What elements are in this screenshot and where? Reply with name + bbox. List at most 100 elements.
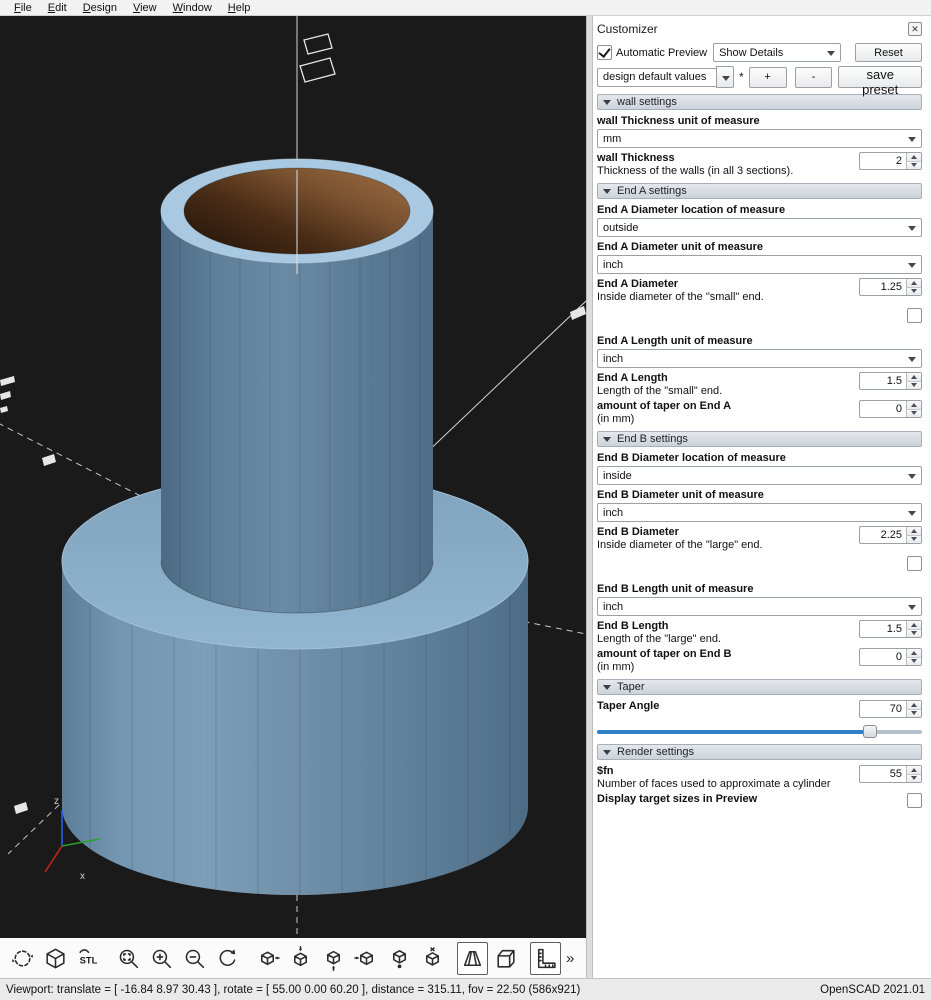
perspective-view-button[interactable] — [457, 941, 488, 975]
toolbar-overflow-chevron[interactable]: » — [566, 950, 574, 967]
zoom-in-icon — [152, 949, 172, 968]
wall-unit-dropdown[interactable]: mm — [597, 129, 922, 148]
spinner-down[interactable] — [907, 286, 921, 295]
end-b-length-spinbox[interactable]: 1.5 — [859, 620, 922, 638]
close-icon[interactable]: ✕ — [908, 22, 922, 36]
zoom-all-button[interactable] — [113, 942, 144, 975]
spinner-up[interactable] — [907, 153, 921, 161]
end-a-taper-spinbox[interactable]: 0 — [859, 400, 922, 418]
end-a-location-dropdown[interactable]: outside — [597, 218, 922, 237]
spinner-up[interactable] — [907, 649, 921, 657]
taper-angle-spinbox[interactable]: 70 — [859, 700, 922, 718]
spinner-up[interactable] — [907, 621, 921, 629]
chevron-down-icon — [908, 226, 916, 231]
zoom-in-button[interactable] — [146, 942, 177, 975]
zoom-out-button[interactable] — [179, 942, 210, 975]
end-a-diameter-desc: Inside diameter of the "small" end. — [597, 291, 764, 303]
splitter[interactable] — [586, 16, 593, 978]
end-a-length-desc: Length of the "small" end. — [597, 385, 723, 397]
wall-thickness-spinbox[interactable]: 2 — [859, 152, 922, 170]
spinner-down[interactable] — [907, 656, 921, 665]
end-b-diameter-unit-dropdown[interactable]: inch — [597, 503, 922, 522]
save-preset-button[interactable]: save preset — [838, 66, 922, 97]
menu-window[interactable]: Window — [165, 2, 220, 14]
spinner-down[interactable] — [907, 380, 921, 389]
animate-button[interactable] — [7, 942, 38, 975]
end-a-length-value: 1.5 — [886, 375, 902, 387]
end-a-taper-desc: (in mm) — [597, 413, 635, 425]
end-b-location-dropdown[interactable]: inside — [597, 466, 922, 485]
remove-preset-button[interactable]: - — [794, 66, 833, 88]
end-a-length-unit-dropdown[interactable]: inch — [597, 349, 922, 368]
fn-label: $fn — [597, 765, 614, 777]
view-right-button[interactable] — [252, 942, 283, 975]
end-a-diameter-option-checkbox[interactable] — [907, 308, 922, 323]
orthographic-icon — [497, 949, 515, 968]
taper-angle-slider[interactable] — [597, 724, 922, 739]
view-front-button[interactable] — [384, 942, 415, 975]
spinner-up[interactable] — [907, 701, 921, 709]
modified-indicator: * — [738, 70, 744, 84]
spinner-up[interactable] — [907, 401, 921, 409]
spinner-down[interactable] — [907, 628, 921, 637]
section-label: End B settings — [617, 433, 688, 445]
preset-value: design default values — [603, 71, 707, 83]
menu-view[interactable]: View — [125, 2, 165, 14]
section-label: wall settings — [617, 96, 677, 108]
end-a-diameter-spinbox[interactable]: 1.25 — [859, 278, 922, 296]
section-label: End A settings — [617, 185, 687, 197]
section-end-a-settings[interactable]: End A settings — [597, 183, 922, 199]
section-taper[interactable]: Taper — [597, 679, 922, 695]
view-left-button[interactable] — [351, 942, 382, 975]
chevron-down-icon — [908, 605, 916, 610]
end-b-taper-spinbox[interactable]: 0 — [859, 648, 922, 666]
end-b-diameter-desc: Inside diameter of the "large" end. — [597, 539, 763, 551]
end-a-length-spinbox[interactable]: 1.5 — [859, 372, 922, 390]
spinner-down[interactable] — [907, 708, 921, 717]
app-version-text: OpenSCAD 2021.01 — [820, 983, 925, 996]
end-a-diameter-unit-dropdown[interactable]: inch — [597, 255, 922, 274]
spinner-down[interactable] — [907, 773, 921, 782]
3d-viewport[interactable]: z x — [0, 16, 586, 938]
spinner-up[interactable] — [907, 279, 921, 287]
spinner-down[interactable] — [907, 160, 921, 169]
measure-button[interactable] — [530, 941, 561, 975]
spinner-down[interactable] — [907, 534, 921, 543]
axis-x-label: x — [80, 871, 85, 882]
section-end-b-settings[interactable]: End B settings — [597, 431, 922, 447]
end-b-diameter-option-checkbox[interactable] — [907, 556, 922, 571]
preset-dropdown-arrow[interactable] — [715, 66, 734, 88]
end-b-diameter-spinbox[interactable]: 2.25 — [859, 526, 922, 544]
end-b-diameter-value: 2.25 — [880, 529, 902, 541]
spinner-up[interactable] — [907, 373, 921, 381]
section-render-settings[interactable]: Render settings — [597, 744, 922, 760]
show-details-dropdown[interactable]: Show Details — [713, 43, 842, 62]
slider-handle[interactable] — [863, 725, 877, 738]
view-top-button[interactable] — [285, 942, 316, 975]
reset-view-button[interactable] — [212, 942, 243, 975]
spinner-up[interactable] — [907, 527, 921, 535]
view-back-button[interactable] — [417, 942, 448, 975]
menu-edit[interactable]: Edit — [40, 2, 75, 14]
show-cube-button[interactable] — [40, 942, 71, 975]
view-bottom-button[interactable] — [318, 942, 349, 975]
menu-help[interactable]: Help — [220, 2, 259, 14]
stl-export-button[interactable]: STL — [73, 942, 104, 975]
preset-dropdown[interactable]: design default values — [597, 67, 716, 87]
axis-z-label: z — [54, 796, 59, 807]
orthographic-view-button[interactable] — [490, 942, 521, 975]
spinner-down[interactable] — [907, 408, 921, 417]
add-preset-button[interactable]: + — [748, 66, 787, 88]
reset-button[interactable]: Reset — [855, 43, 922, 62]
menu-design[interactable]: Design — [75, 2, 125, 14]
end-b-taper-value: 0 — [895, 651, 902, 663]
end-b-length-unit-dropdown[interactable]: inch — [597, 597, 922, 616]
display-target-sizes-checkbox[interactable] — [907, 793, 922, 808]
automatic-preview-checkbox[interactable] — [597, 45, 612, 60]
fn-spinbox[interactable]: 55 — [859, 765, 922, 783]
wall-unit-value: mm — [603, 132, 622, 145]
menu-file[interactable]: File — [6, 2, 40, 14]
view-bottom-icon — [326, 950, 341, 971]
end-b-length-unit-label: End B Length unit of measure — [597, 583, 754, 595]
spinner-up[interactable] — [907, 766, 921, 774]
